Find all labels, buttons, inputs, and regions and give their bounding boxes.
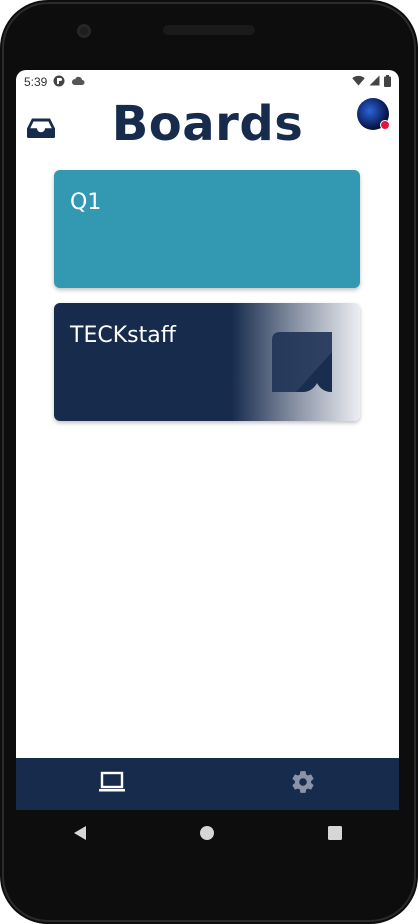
system-navigation-bar	[16, 810, 399, 856]
gear-icon	[290, 769, 316, 799]
battery-icon	[384, 74, 391, 90]
page-title: Boards	[111, 96, 304, 152]
status-right	[352, 74, 391, 90]
status-time: 5:39	[24, 75, 48, 89]
back-icon[interactable]	[60, 813, 100, 853]
pocket-icon	[53, 75, 65, 90]
nav-boards[interactable]	[16, 758, 208, 810]
cloud-icon	[71, 75, 85, 89]
notification-dot	[380, 120, 390, 130]
teckstaff-logo-icon	[270, 330, 334, 400]
wifi-icon	[352, 75, 365, 89]
recents-icon[interactable]	[315, 813, 355, 853]
app-screen: 5:39 Boards Q1 TECKstaff	[16, 70, 399, 810]
phone-frame: 5:39 Boards Q1 TECKstaff	[0, 0, 418, 924]
board-card-teckstaff[interactable]: TECKstaff	[54, 303, 360, 421]
status-left: 5:39	[24, 75, 85, 90]
bottom-navigation	[16, 758, 399, 810]
user-avatar[interactable]	[357, 98, 390, 130]
nav-settings[interactable]	[208, 758, 400, 810]
laptop-icon	[98, 771, 126, 797]
board-card-q1[interactable]: Q1	[54, 170, 360, 288]
signal-icon	[369, 75, 380, 89]
home-icon[interactable]	[187, 813, 227, 853]
front-camera	[77, 24, 91, 38]
board-name: TECKstaff	[70, 323, 176, 348]
app-header: Boards	[16, 94, 399, 164]
status-bar: 5:39	[16, 70, 399, 94]
board-name: Q1	[70, 190, 102, 215]
earpiece-speaker	[163, 25, 255, 35]
